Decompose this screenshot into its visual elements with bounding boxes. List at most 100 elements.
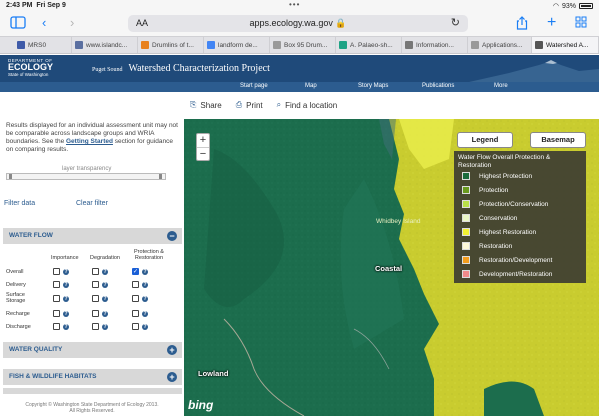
print-button[interactable]: ⎙ Print — [236, 100, 263, 110]
checkbox-storage-degradation[interactable] — [92, 295, 99, 302]
nav-publications[interactable]: Publications — [422, 83, 454, 89]
reload-icon[interactable]: ↻ — [451, 16, 460, 29]
browser-toolbar: ‹ › AA apps.ecology.wa.gov 🔒 ↻ + — [0, 12, 599, 36]
zoom-out-button[interactable]: − — [197, 147, 209, 160]
main-nav: Start page Map Story Maps Publications M… — [0, 82, 599, 92]
address-bar[interactable]: AA apps.ecology.wa.gov 🔒 ↻ — [128, 15, 468, 32]
help-icon[interactable]: ? — [142, 269, 148, 275]
help-icon[interactable]: ? — [63, 282, 69, 288]
tab-favicon-icon — [535, 41, 543, 49]
help-icon[interactable]: ? — [63, 269, 69, 275]
help-icon[interactable]: ? — [102, 324, 108, 330]
checkbox-overall-degradation[interactable] — [92, 268, 99, 275]
nav-start-page[interactable]: Start page — [240, 83, 268, 89]
legend-swatch — [462, 270, 470, 278]
zoom-in-button[interactable]: + — [197, 134, 209, 147]
help-icon[interactable]: ? — [102, 282, 108, 288]
tab-mrs[interactable]: MRS0 — [14, 37, 72, 53]
tab-palaeo[interactable]: A. Palaeo-sh... — [336, 37, 402, 53]
url-text: apps.ecology.wa.gov 🔒 — [249, 18, 347, 28]
multitasking-dots-icon[interactable]: ••• — [289, 0, 300, 9]
help-icon[interactable]: ? — [142, 324, 148, 330]
nav-more[interactable]: More — [494, 83, 508, 89]
legend-swatch — [462, 228, 470, 236]
water-flow-header[interactable]: WATER FLOW − — [3, 228, 182, 244]
new-tab-icon[interactable]: + — [547, 15, 556, 31]
map-label-lowland: Lowland — [198, 369, 229, 378]
tab-drumlins[interactable]: Drumlins of t... — [138, 37, 204, 53]
tab-overview-icon[interactable] — [575, 16, 587, 31]
checkbox-recharge-protection[interactable] — [132, 310, 139, 317]
status-date: Fri Sep 9 — [36, 2, 66, 9]
checkbox-delivery-protection[interactable] — [132, 281, 139, 288]
legend-item: Conservation — [462, 214, 517, 222]
slider-handle-right[interactable] — [159, 174, 162, 179]
help-icon[interactable]: ? — [102, 296, 108, 302]
col-protection-restoration: Protection & Restoration — [134, 249, 164, 261]
checkbox-recharge-importance[interactable] — [53, 310, 60, 317]
nav-story-maps[interactable]: Story Maps — [358, 83, 388, 89]
expand-icon[interactable]: + — [167, 372, 177, 382]
checkbox-overall-importance[interactable] — [53, 268, 60, 275]
filter-data-button[interactable]: Filter data — [4, 200, 35, 207]
clear-filter-button[interactable]: Clear filter — [76, 200, 108, 207]
checkbox-storage-importance[interactable] — [53, 295, 60, 302]
checkbox-storage-protection[interactable] — [132, 295, 139, 302]
help-icon[interactable]: ? — [102, 269, 108, 275]
tab-favicon-icon — [273, 41, 281, 49]
tab-landform[interactable]: landform de... — [204, 37, 270, 53]
getting-started-link[interactable]: Getting Started — [66, 138, 113, 145]
tab-applications[interactable]: Applications... — [468, 37, 532, 53]
left-panel: Results displayed for an individual asse… — [0, 118, 184, 416]
checkbox-overall-protection-checked[interactable]: ✓ — [132, 268, 139, 275]
legend-button[interactable]: Legend — [457, 132, 513, 148]
water-quality-header[interactable]: WATER QUALITY + — [3, 342, 182, 358]
map-label-coastal: Coastal — [375, 264, 403, 273]
legend-item: Protection — [462, 186, 508, 194]
checkbox-discharge-degradation[interactable] — [92, 323, 99, 330]
nav-map[interactable]: Map — [305, 83, 317, 89]
comparison-notice: Results displayed for an individual asse… — [6, 122, 178, 153]
help-icon[interactable]: ? — [63, 296, 69, 302]
next-section-header[interactable] — [3, 388, 182, 394]
back-icon[interactable]: ‹ — [42, 16, 46, 30]
tab-watershed[interactable]: Watershed A... — [532, 37, 599, 53]
ecology-logo[interactable]: DEPARTMENT OF ECOLOGY State of Washingto… — [8, 58, 66, 79]
status-time: 2:43 PM Fri Sep 9 — [6, 2, 66, 9]
map-view[interactable]: + − Legend Basemap Water Flow Overall Pr… — [184, 119, 599, 416]
binoculars-icon: ⌕ — [276, 100, 282, 109]
share-icon[interactable] — [516, 16, 528, 33]
transparency-label: layer transparency — [62, 166, 112, 172]
legend-swatch — [462, 172, 470, 180]
tab-box95[interactable]: Box 95 Drum... — [270, 37, 336, 53]
help-icon[interactable]: ? — [102, 311, 108, 317]
tab-information[interactable]: Information... — [402, 37, 468, 53]
help-icon[interactable]: ? — [63, 324, 69, 330]
basemap-button[interactable]: Basemap — [530, 132, 586, 148]
help-icon[interactable]: ? — [142, 282, 148, 288]
expand-icon[interactable]: + — [167, 345, 177, 355]
help-icon[interactable]: ? — [63, 311, 69, 317]
legend-swatch — [462, 256, 470, 264]
tab-favicon-icon — [17, 41, 25, 49]
transparency-slider[interactable] — [6, 173, 166, 180]
help-icon[interactable]: ? — [142, 296, 148, 302]
legend-swatch — [462, 186, 470, 194]
find-location-button[interactable]: ⌕ Find a location — [277, 100, 338, 110]
checkbox-recharge-degradation[interactable] — [92, 310, 99, 317]
collapse-icon[interactable]: − — [167, 231, 177, 241]
checkbox-discharge-importance[interactable] — [53, 323, 60, 330]
forward-icon[interactable]: › — [70, 16, 74, 30]
sidebar-icon[interactable] — [10, 16, 26, 32]
tab-favicon-icon — [75, 41, 83, 49]
checkbox-delivery-importance[interactable] — [53, 281, 60, 288]
slider-handle-left[interactable] — [9, 174, 12, 179]
fish-wildlife-header[interactable]: FISH & WILDLIFE HABITATS + — [3, 369, 182, 385]
tab-islandc[interactable]: www.islandc... — [72, 37, 138, 53]
tab-favicon-icon — [471, 41, 479, 49]
checkbox-delivery-degradation[interactable] — [92, 281, 99, 288]
legend-swatch — [462, 242, 470, 250]
help-icon[interactable]: ? — [142, 311, 148, 317]
checkbox-discharge-protection[interactable] — [132, 323, 139, 330]
share-button[interactable]: ⎘ Share — [190, 100, 222, 110]
